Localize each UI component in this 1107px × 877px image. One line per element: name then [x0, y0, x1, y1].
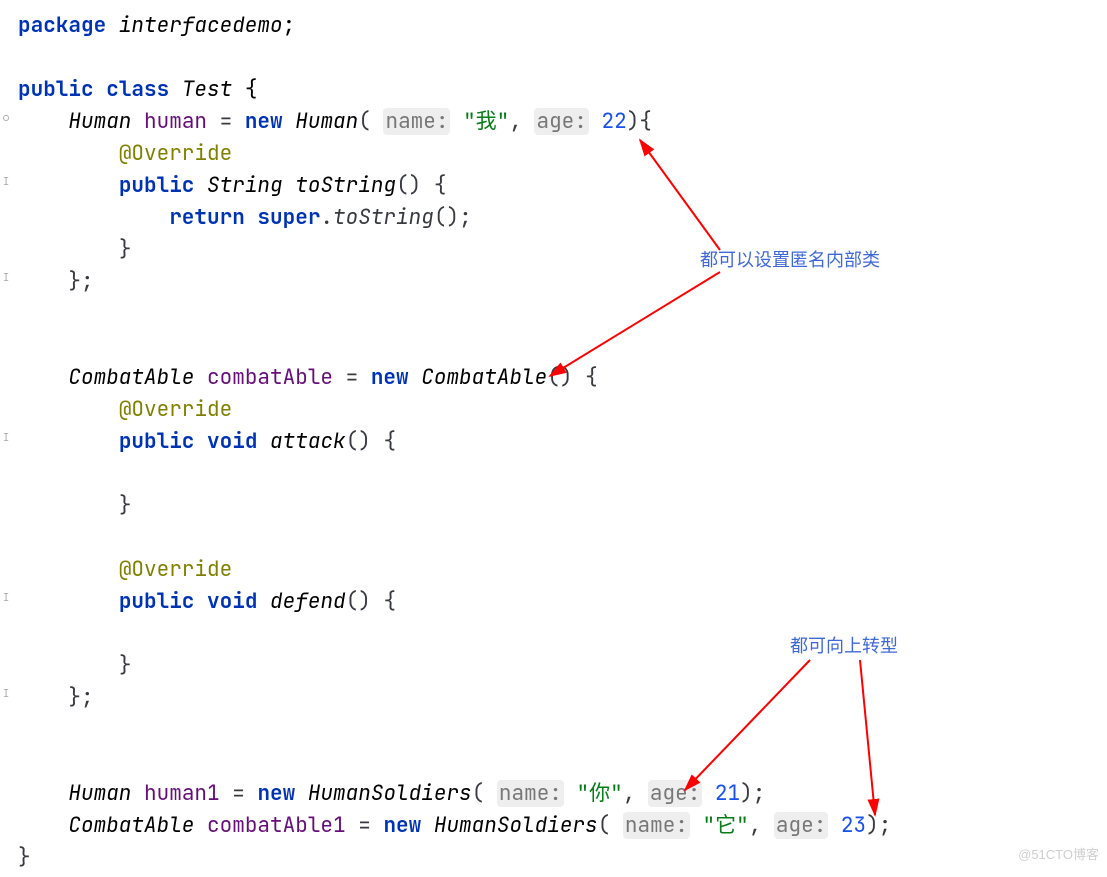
method-defend: defend: [270, 588, 346, 615]
annotation-override: @Override: [119, 140, 232, 167]
gutter-override-icon[interactable]: ○: [0, 112, 12, 124]
type-humansoldiers: HumanSoldiers: [308, 780, 472, 807]
type-combatable: CombatAble: [68, 364, 194, 391]
gutter-impl-icon[interactable]: I: [0, 432, 12, 444]
var-combatable: combatAble: [207, 364, 333, 391]
param-hint-name: name:: [383, 108, 450, 135]
keyword-public: public: [18, 76, 94, 103]
gutter-impl-icon[interactable]: I: [0, 688, 12, 700]
code-block: package interfacedemo; public class Test…: [18, 10, 891, 874]
number-23: 23: [841, 812, 866, 839]
class-name: Test: [182, 76, 232, 103]
method-attack: attack: [270, 428, 346, 455]
var-human1: human1: [144, 780, 220, 807]
gutter-impl-icon[interactable]: I: [0, 592, 12, 604]
number-22: 22: [602, 108, 627, 135]
string-it: "它": [703, 812, 749, 839]
method-toString: toString: [295, 172, 396, 199]
gutter-impl-icon[interactable]: I: [0, 176, 12, 188]
string-me: "我": [463, 108, 509, 135]
gutter-impl-icon[interactable]: I: [0, 272, 12, 284]
number-21: 21: [715, 780, 740, 807]
keyword-package: package: [18, 12, 106, 39]
var-human: human: [144, 108, 207, 135]
package-name: interfacedemo: [119, 12, 283, 39]
string-you: "你": [577, 780, 623, 807]
annotation-anon-class: 都可以设置匿名内部类: [700, 244, 880, 276]
param-hint-age: age:: [534, 108, 588, 135]
annotation-upcast: 都可向上转型: [790, 630, 898, 662]
watermark-text: @51CTO博客: [1018, 839, 1099, 871]
type-human: Human: [68, 108, 131, 135]
keyword-class: class: [106, 76, 169, 103]
var-combatable1: combatAble1: [207, 812, 346, 839]
